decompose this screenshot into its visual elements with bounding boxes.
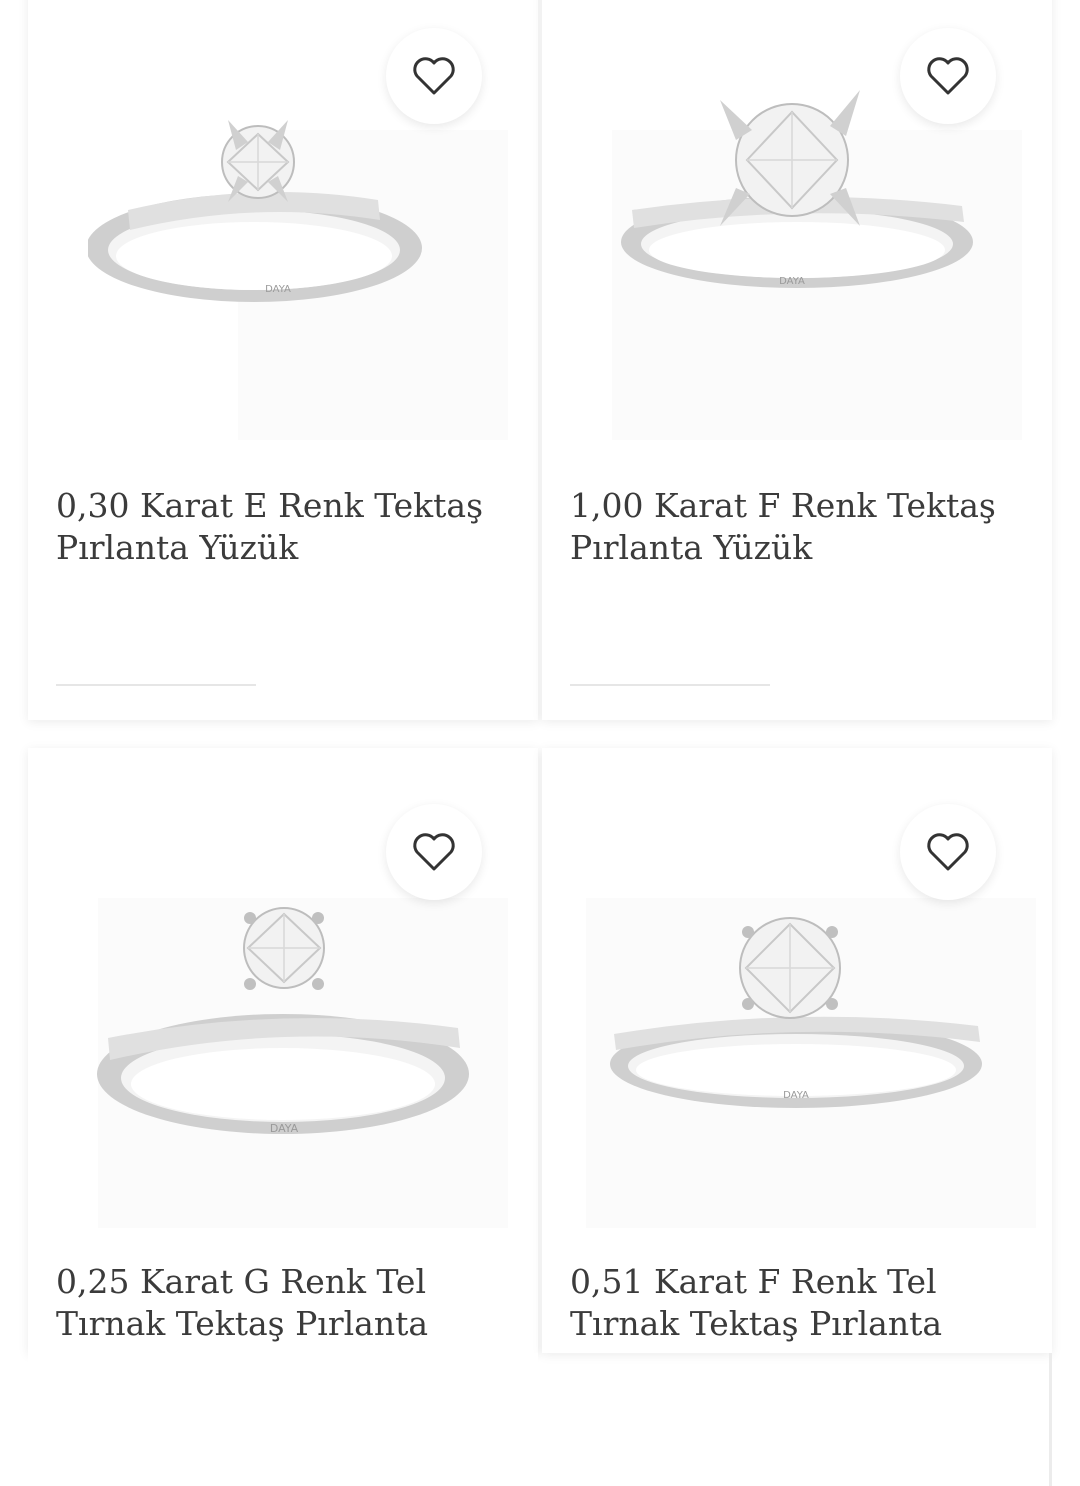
- product-card[interactable]: DAYA 0,51 Karat F Renk Tel Tırnak Tektaş…: [542, 748, 1052, 1353]
- product-title[interactable]: 0,25 Karat G Renk Tel Tırnak Tektaş Pırl…: [56, 1261, 496, 1345]
- product-card[interactable]: DAYA 1,00 Karat F Renk Tektaş Pırlanta Y…: [542, 0, 1052, 720]
- product-image[interactable]: DAYA: [88, 888, 518, 1228]
- price-placeholder: [570, 684, 770, 686]
- favorite-button[interactable]: [386, 804, 482, 900]
- product-title[interactable]: 1,00 Karat F Renk Tektaş Pırlanta Yüzük: [570, 485, 1010, 569]
- product-image[interactable]: DAYA: [602, 90, 1032, 440]
- svg-text:DAYA: DAYA: [270, 1122, 299, 1135]
- product-image[interactable]: DAYA: [586, 888, 1036, 1228]
- product-card[interactable]: DAYA 0,25 Karat G Renk Tel Tırnak Tektaş…: [28, 748, 538, 1353]
- card-continuation: [28, 1353, 538, 1486]
- heart-outline-icon: [927, 833, 969, 871]
- product-title[interactable]: 0,30 Karat E Renk Tektaş Pırlanta Yüzük: [56, 485, 496, 569]
- favorite-button[interactable]: [900, 28, 996, 124]
- product-image[interactable]: DAYA: [88, 90, 518, 440]
- svg-text:DAYA: DAYA: [265, 284, 291, 295]
- product-title[interactable]: 0,51 Karat F Renk Tel Tırnak Tektaş Pırl…: [570, 1261, 1010, 1345]
- svg-text:DAYA: DAYA: [783, 1090, 809, 1101]
- favorite-button[interactable]: [386, 28, 482, 124]
- heart-outline-icon: [413, 57, 455, 95]
- favorite-button[interactable]: [900, 804, 996, 900]
- svg-text:DAYA: DAYA: [779, 276, 805, 287]
- heart-outline-icon: [413, 833, 455, 871]
- card-edge: [1049, 1353, 1052, 1486]
- product-card[interactable]: DAYA 0,30 Karat E Renk Tektaş Pırlanta Y…: [28, 0, 538, 720]
- price-placeholder: [56, 684, 256, 686]
- heart-outline-icon: [927, 57, 969, 95]
